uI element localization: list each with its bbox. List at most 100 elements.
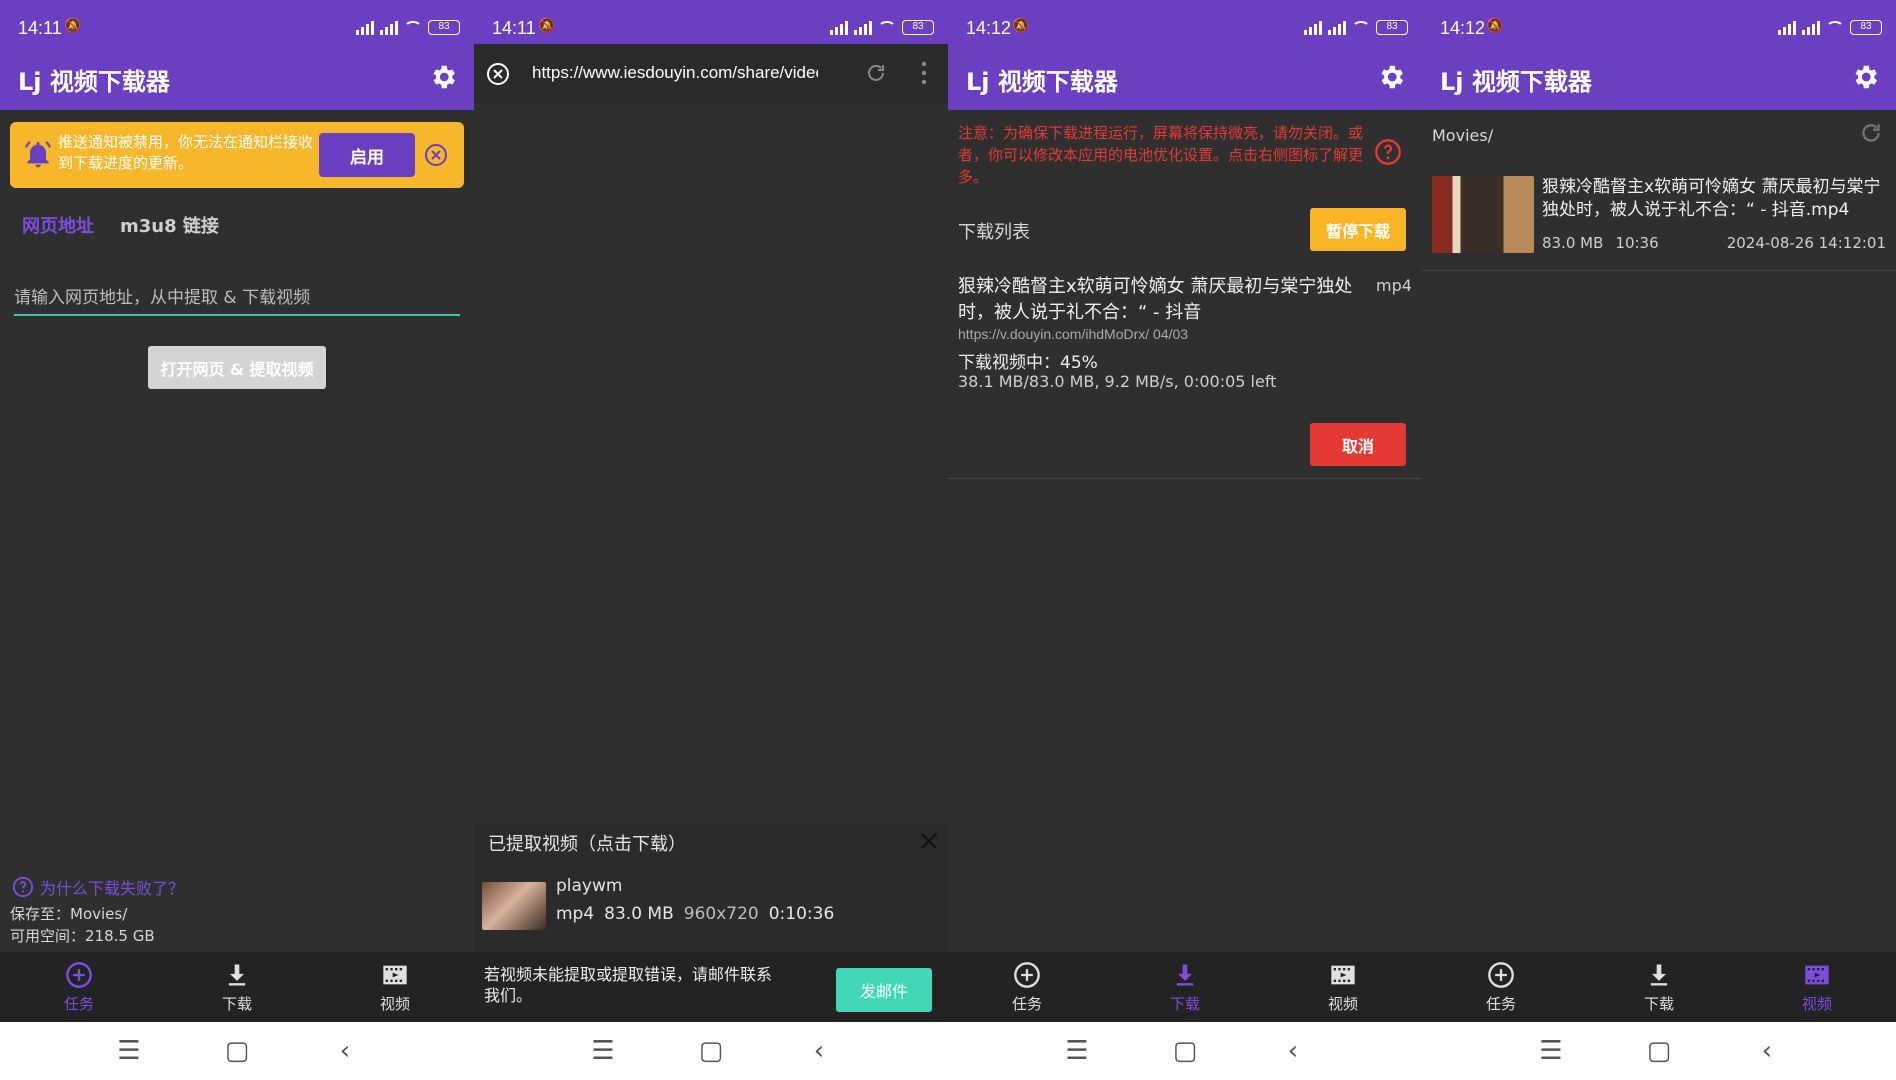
film-icon bbox=[383, 965, 407, 984]
status-bar: 14:11 🔕 83 bbox=[0, 0, 474, 44]
divider bbox=[948, 478, 1422, 479]
extracted-video-item[interactable]: playwm mp4 83.0 MB 960x720 0:10:36 bbox=[482, 876, 942, 930]
bottom-nav: 任务 下载 视频 bbox=[0, 952, 474, 1022]
banner-message: 推送通知被禁用，你无法在通知栏接收到下载进度的更新。 bbox=[58, 133, 314, 172]
download-url: https://v.douyin.com/ihdMoDrx/ 04/03 bbox=[958, 326, 1189, 342]
home-icon[interactable]: ▢ bbox=[223, 1036, 251, 1066]
pause-download-button[interactable]: 暂停下载 bbox=[1310, 208, 1406, 251]
video-duration: 0:10:36 bbox=[768, 904, 835, 924]
home-icon[interactable]: ▢ bbox=[1171, 1036, 1199, 1066]
cancel-download-button[interactable]: 取消 bbox=[1310, 423, 1406, 466]
tab-m3u8[interactable]: m3u8 链接 bbox=[120, 212, 219, 238]
notification-banner: 推送通知被禁用，你无法在通知栏接收到下载进度的更新。 启用 bbox=[10, 122, 464, 188]
add-circle-icon bbox=[1014, 961, 1040, 988]
mute-icon: 🔕 bbox=[1486, 18, 1504, 34]
bottom-nav: 任务 下载 视频 bbox=[1422, 952, 1896, 1022]
nav-tasks[interactable]: 任务 bbox=[0, 952, 158, 1022]
download-progress: 38.1 MB/83.0 MB, 9.2 MB/s, 0:00:05 left bbox=[958, 372, 1277, 391]
menu-icon[interactable]: ☰ bbox=[1537, 1036, 1565, 1066]
download-title: 狠辣冷酷督主x软萌可怜嫡女 萧厌最初与棠宁独处时，被人说于礼不合：“ - 抖音 bbox=[958, 276, 1353, 323]
add-circle-icon bbox=[66, 961, 92, 988]
wifi-icon bbox=[404, 21, 422, 35]
screen-browser: 14:11 🔕 83 https://www.iesdouyin.com/sha… bbox=[474, 0, 948, 1080]
enable-notifications-button[interactable]: 启用 bbox=[319, 133, 415, 177]
extracted-videos-panel: 已提取视频（点击下载） playwm mp4 83.0 MB 960x720 0… bbox=[474, 824, 948, 952]
file-meta: 83.0 MB 10:36 bbox=[1542, 234, 1659, 252]
save-path: 保存至：Movies/ bbox=[10, 905, 128, 923]
app-bar: Lj 视频下载器 bbox=[0, 44, 474, 110]
nav-videos[interactable]: 视频 bbox=[1264, 952, 1422, 1022]
nav-videos-label: 视频 bbox=[379, 994, 410, 1013]
signal-icon bbox=[830, 21, 848, 35]
web-view[interactable] bbox=[474, 104, 948, 824]
nav-download[interactable]: 下载 bbox=[1106, 952, 1264, 1022]
download-list-header: 下载列表 bbox=[958, 222, 1030, 243]
gear-icon[interactable] bbox=[428, 62, 458, 92]
extracted-header: 已提取视频（点击下载） bbox=[488, 834, 686, 855]
video-size: 83.0 MB bbox=[604, 904, 674, 924]
download-ext: mp4 bbox=[1376, 276, 1412, 295]
wifi-icon bbox=[878, 21, 896, 35]
bottom-nav: 任务 下载 视频 bbox=[948, 952, 1422, 1022]
address-bar[interactable]: https://www.iesdouyin.com/share/video/ bbox=[532, 63, 818, 83]
menu-icon[interactable]: ☰ bbox=[1063, 1036, 1091, 1066]
status-time: 14:12 bbox=[966, 18, 1012, 38]
more-options-icon[interactable] bbox=[920, 59, 928, 87]
back-icon[interactable]: ‹ bbox=[331, 1036, 359, 1066]
system-nav: ☰ ▢ ‹ bbox=[948, 1022, 1422, 1080]
mute-icon: 🔕 bbox=[1012, 18, 1030, 34]
app-title: Lj 视频下载器 bbox=[966, 68, 1118, 96]
video-format: mp4 bbox=[556, 904, 595, 924]
status-time: 14:11 bbox=[18, 18, 62, 38]
signal-icon bbox=[380, 21, 398, 35]
why-failed-link[interactable]: 为什么下载失败了？ bbox=[12, 875, 184, 899]
signal-icon bbox=[854, 21, 872, 35]
nav-tasks-label: 任务 bbox=[63, 994, 94, 1013]
nav-tasks[interactable]: 任务 bbox=[1422, 952, 1580, 1022]
nav-tasks-label: 任务 bbox=[1485, 994, 1516, 1013]
mail-bar: 若视频未能提取或提取错误，请邮件联系我们。 发邮件 bbox=[474, 952, 948, 1022]
open-extract-button[interactable]: 打开网页 & 提取视频 bbox=[148, 346, 326, 389]
help-icon[interactable] bbox=[1374, 138, 1402, 166]
send-mail-button[interactable]: 发邮件 bbox=[836, 968, 932, 1012]
download-icon bbox=[1176, 964, 1194, 985]
system-nav: ☰ ▢ ‹ bbox=[474, 1022, 948, 1080]
reload-icon[interactable] bbox=[864, 61, 888, 85]
close-icon[interactable] bbox=[486, 62, 510, 86]
mute-icon: 🔕 bbox=[64, 18, 82, 34]
home-icon[interactable]: ▢ bbox=[1645, 1036, 1673, 1066]
back-icon[interactable]: ‹ bbox=[805, 1036, 833, 1066]
nav-tasks[interactable]: 任务 bbox=[948, 952, 1106, 1022]
status-bar: 14:12 🔕 83 bbox=[948, 0, 1422, 44]
battery-icon: 83 bbox=[1376, 20, 1408, 35]
signal-icons: 83 bbox=[830, 20, 934, 35]
menu-icon[interactable]: ☰ bbox=[589, 1036, 617, 1066]
input-mode-tabs: 网页地址 m3u8 链接 bbox=[22, 212, 219, 238]
free-space: 可用空间：218.5 GB bbox=[10, 927, 155, 945]
video-resolution: 960x720 bbox=[683, 904, 759, 924]
system-nav: ☰ ▢ ‹ bbox=[1422, 1022, 1896, 1080]
back-icon[interactable]: ‹ bbox=[1753, 1036, 1781, 1066]
folder-path: Movies/ bbox=[1432, 126, 1494, 145]
nav-download[interactable]: 下载 bbox=[158, 952, 316, 1022]
status-time: 14:12 bbox=[1440, 18, 1486, 38]
gear-icon[interactable] bbox=[1850, 62, 1880, 92]
close-icon[interactable] bbox=[918, 830, 940, 852]
wifi-icon bbox=[1352, 21, 1370, 35]
tab-web-url[interactable]: 网页地址 bbox=[22, 212, 94, 238]
file-size: 83.0 MB bbox=[1542, 234, 1604, 252]
back-icon[interactable]: ‹ bbox=[1279, 1036, 1307, 1066]
refresh-icon[interactable] bbox=[1858, 120, 1884, 146]
divider bbox=[1422, 270, 1896, 271]
download-status: 下载视频中：45% bbox=[958, 353, 1098, 373]
close-icon[interactable] bbox=[424, 143, 448, 167]
menu-icon[interactable]: ☰ bbox=[115, 1036, 143, 1066]
url-input[interactable] bbox=[14, 286, 460, 316]
home-icon[interactable]: ▢ bbox=[697, 1036, 725, 1066]
nav-videos[interactable]: 视频 bbox=[1738, 952, 1896, 1022]
nav-download[interactable]: 下载 bbox=[1580, 952, 1738, 1022]
signal-icon bbox=[356, 21, 374, 35]
gear-icon[interactable] bbox=[1376, 62, 1406, 92]
nav-videos[interactable]: 视频 bbox=[316, 952, 474, 1022]
film-icon bbox=[1331, 965, 1355, 984]
